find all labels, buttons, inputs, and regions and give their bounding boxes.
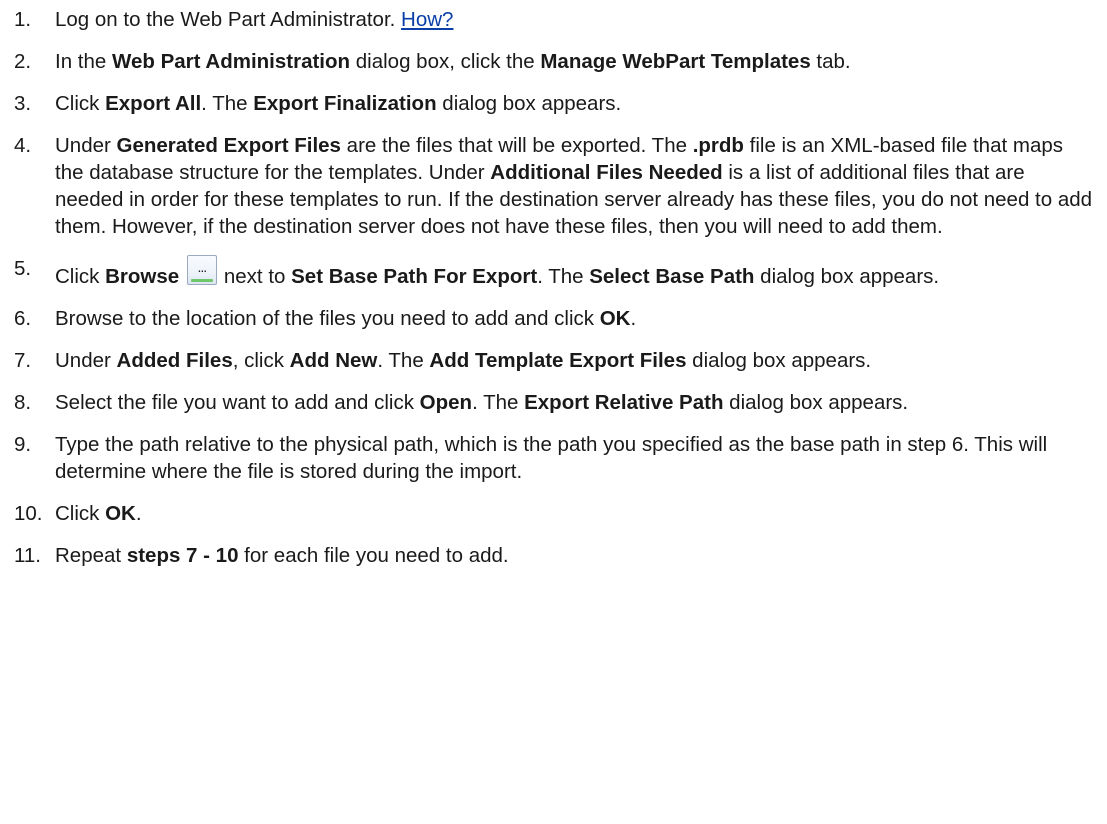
step-text: Browse to the location of the files you … bbox=[55, 305, 1095, 332]
step-number: 3. bbox=[14, 92, 32, 115]
browse-button-icon: ... bbox=[186, 255, 217, 285]
step-text: Repeat steps 7 - 10 for each file you ne… bbox=[55, 542, 1095, 569]
step-text-fragment: Click bbox=[55, 502, 106, 525]
step-number: 9. bbox=[14, 433, 32, 456]
step-text-fragment: Browse to the location of the files you … bbox=[55, 307, 600, 330]
step-text-fragment: dialog box appears. bbox=[436, 92, 622, 115]
step-number: 8. bbox=[14, 391, 32, 414]
step-text: Type the path relative to the physical p… bbox=[55, 431, 1095, 485]
step-text: Click OK. bbox=[55, 500, 1095, 527]
ui-term: Manage WebPart Templates bbox=[540, 50, 811, 73]
step-text-fragment bbox=[179, 265, 185, 288]
step-item: 10. Click OK. bbox=[0, 500, 1107, 527]
ui-term: Generated Export Files bbox=[116, 134, 341, 157]
step-text-fragment: dialog box, click the bbox=[350, 50, 541, 73]
step-number: 2. bbox=[14, 50, 32, 73]
ui-term: Set Base Path For Export bbox=[291, 265, 538, 288]
step-text-fragment: . bbox=[630, 307, 637, 330]
step-text-fragment: Click bbox=[55, 92, 106, 115]
step-number: 7. bbox=[14, 349, 32, 372]
ui-term: Web Part Administration bbox=[112, 50, 351, 73]
step-item: 11. Repeat steps 7 - 10 for each file you… bbox=[0, 542, 1107, 569]
step-text: Click Browse ... next to Set Base Path Fo… bbox=[55, 255, 1095, 290]
step-item: 8. Select the file you want to add and cl… bbox=[0, 389, 1107, 416]
ui-term: Add Template Export Files bbox=[429, 349, 687, 372]
ui-term: Add New bbox=[289, 349, 378, 372]
ui-term: .prdb bbox=[692, 134, 744, 157]
ui-term: OK bbox=[105, 502, 136, 525]
step-text: Log on to the Web Part Administrator. Ho… bbox=[55, 6, 1095, 33]
button-highlight bbox=[190, 279, 213, 282]
ui-term: steps 7 - 10 bbox=[126, 544, 239, 567]
step-text-fragment: dialog box appears. bbox=[754, 265, 940, 288]
step-text-fragment: . The bbox=[472, 391, 525, 414]
step-item: 5. Click Browse ... next to Set Base Path … bbox=[0, 255, 1107, 290]
step-item: 6. Browse to the location of the files yo… bbox=[0, 305, 1107, 332]
step-item: 7. Under Added Files, click Add New. The … bbox=[0, 347, 1107, 374]
step-text-fragment: dialog box appears. bbox=[723, 391, 909, 414]
step-item: 1. Log on to the Web Part Administrator. … bbox=[0, 6, 1107, 33]
step-item: 3. Click Export All. The Export Finalizat… bbox=[0, 90, 1107, 117]
step-number: 4. bbox=[14, 134, 32, 157]
step-text-fragment: Repeat bbox=[55, 544, 127, 567]
step-text-fragment: In the bbox=[55, 50, 112, 73]
ui-term: OK bbox=[599, 307, 631, 330]
ui-term: Additional Files Needed bbox=[490, 161, 723, 184]
step-item: 9. Type the path relative to the physical… bbox=[0, 431, 1107, 485]
step-number: 5. bbox=[14, 257, 32, 280]
step-text-fragment: dialog box appears. bbox=[686, 349, 872, 372]
step-text-fragment: next to bbox=[223, 265, 292, 288]
step-text-fragment: , click bbox=[232, 349, 290, 372]
step-text-fragment: . The bbox=[377, 349, 430, 372]
ui-term: Browse bbox=[105, 265, 180, 288]
ui-term: Open bbox=[419, 391, 473, 414]
step-text-fragment: Under bbox=[55, 349, 117, 372]
ui-term: Export Finalization bbox=[253, 92, 437, 115]
step-text: Under Added Files, click Add New. The Ad… bbox=[55, 347, 1095, 374]
step-text-fragment: Select the file you want to add and clic… bbox=[55, 391, 420, 414]
ui-term: Export All bbox=[105, 92, 202, 115]
step-number: 11. bbox=[14, 544, 41, 567]
step-text-fragment: . The bbox=[537, 265, 590, 288]
step-number: 6. bbox=[14, 307, 32, 330]
step-text-fragment: . bbox=[135, 502, 142, 525]
step-text-fragment: Log on to the Web Part Administrator. bbox=[55, 8, 402, 31]
step-text: In the Web Part Administration dialog bo… bbox=[55, 48, 1095, 75]
ui-term: Export Relative Path bbox=[524, 391, 724, 414]
step-number: 10. bbox=[14, 502, 43, 525]
how-link[interactable]: How? bbox=[401, 8, 453, 31]
ui-term: Added Files bbox=[116, 349, 233, 372]
step-text: Select the file you want to add and clic… bbox=[55, 389, 1095, 416]
step-text-fragment: tab. bbox=[810, 50, 851, 73]
step-item: 2. In the Web Part Administration dialog … bbox=[0, 48, 1107, 75]
ui-term: Select Base Path bbox=[589, 265, 755, 288]
step-text-fragment: Under bbox=[55, 134, 117, 157]
step-text-fragment: for each file you need to add. bbox=[238, 544, 509, 567]
step-text-fragment: Type the path relative to the physical p… bbox=[55, 433, 1048, 483]
step-text-fragment: . The bbox=[201, 92, 254, 115]
step-text: Under Generated Export Files are the fil… bbox=[55, 132, 1095, 240]
ellipsis-glyph: ... bbox=[197, 259, 208, 275]
step-item: 4. Under Generated Export Files are the f… bbox=[0, 132, 1107, 240]
step-text: Click Export All. The Export Finalizatio… bbox=[55, 90, 1095, 117]
step-text-fragment: Click bbox=[55, 265, 106, 288]
procedure-steps-list: 1. Log on to the Web Part Administrator. … bbox=[0, 0, 1107, 569]
step-number: 1. bbox=[14, 8, 32, 31]
step-text-fragment: are the files that will be exported. The bbox=[340, 134, 693, 157]
